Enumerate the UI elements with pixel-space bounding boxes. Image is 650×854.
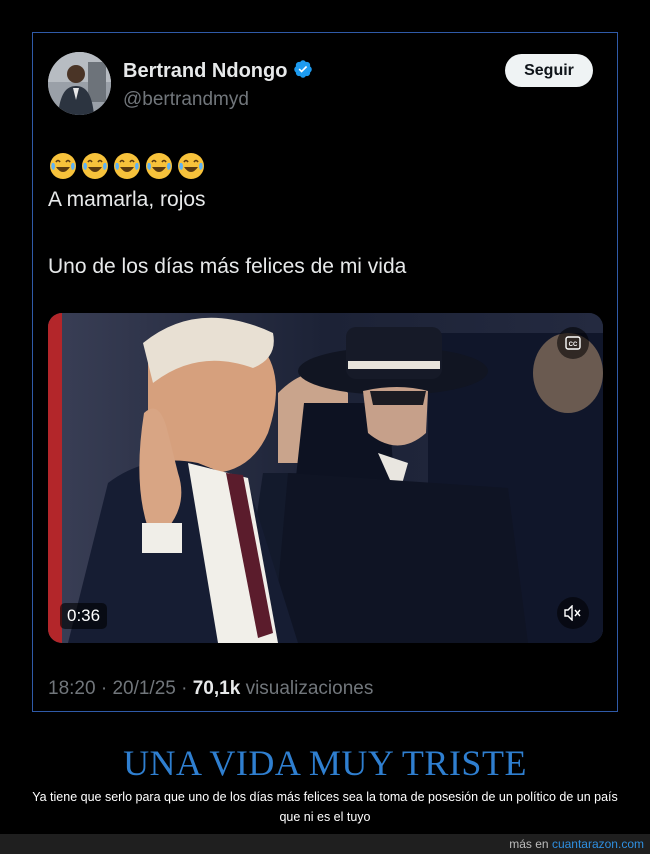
tears-of-joy-emoji-icon	[82, 153, 108, 179]
video-player[interactable]: CC 0:36	[48, 313, 603, 643]
footer-prefix: más en	[509, 837, 549, 851]
tweet-time[interactable]: 18:20	[48, 678, 96, 699]
post-caption: Ya tiene que serlo para que uno de los d…	[32, 790, 618, 824]
tears-of-joy-emoji-icon	[50, 153, 76, 179]
tweet-date[interactable]: 20/1/25	[112, 678, 175, 699]
closed-captions-icon: CC	[565, 336, 581, 350]
video-frame	[48, 313, 603, 643]
footer-text: más en cuantarazon.com	[509, 837, 644, 851]
site-footer: más en cuantarazon.com	[0, 834, 650, 854]
tweet-card: Bertrand Ndongo @bertrandmyd Seguir A ma…	[32, 32, 618, 712]
author-name[interactable]: Bertrand Ndongo	[123, 60, 287, 83]
closed-captions-button[interactable]: CC	[557, 327, 589, 359]
tears-of-joy-emoji-icon	[114, 153, 140, 179]
meta-separator: ·	[181, 678, 188, 699]
author-row: Bertrand Ndongo	[123, 59, 313, 84]
speaker-muted-icon	[564, 605, 581, 621]
verified-badge-icon	[293, 59, 313, 84]
tweet-meta: 18:20 · 20/1/25 · 70,1k visualizaciones	[48, 678, 373, 700]
svg-text:CC: CC	[569, 342, 578, 348]
tweet-text-line-1: A mamarla, rojos	[48, 188, 206, 211]
meta-separator: ·	[100, 678, 108, 699]
views-label: visualizaciones	[245, 678, 374, 699]
post-headline: UNA VIDA MUY TRISTE	[123, 743, 527, 783]
video-duration: 0:36	[60, 603, 108, 629]
mute-button[interactable]	[557, 597, 589, 629]
tears-of-joy-emoji-icon	[178, 153, 204, 179]
tweet-text-line-2: Uno de los días más felices de mi vida	[48, 255, 407, 278]
author-handle[interactable]: @bertrandmyd	[123, 89, 249, 111]
tears-of-joy-emoji-icon	[146, 153, 172, 179]
site-link[interactable]: cuantarazon.com	[552, 837, 644, 851]
emoji-row	[48, 151, 206, 181]
follow-button[interactable]: Seguir	[505, 54, 593, 87]
avatar[interactable]	[48, 52, 111, 115]
views-count: 70,1k	[192, 678, 241, 699]
